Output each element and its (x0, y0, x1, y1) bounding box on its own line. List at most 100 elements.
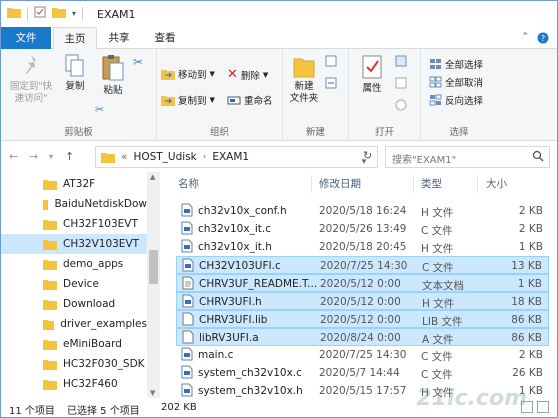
recent-locations-icon[interactable]: ▾ (49, 152, 53, 161)
file-row-selected[interactable]: CHRV3UFI.lib 2020/5/12 0:00 LIB 文件 86 KB (176, 310, 549, 328)
nav-item[interactable]: HC32F460 (1, 374, 147, 394)
pin-quick-access-button[interactable]: 固定到"快 速访问" (5, 53, 57, 105)
tab-file[interactable]: 文件 (1, 27, 51, 49)
edit-button[interactable] (395, 77, 409, 89)
collapse-ribbon-icon[interactable]: ⌃ (521, 32, 529, 47)
qat-dropdown-icon[interactable]: ▾ (72, 9, 76, 18)
nav-item-selected[interactable]: CH32V103EVT (1, 234, 147, 254)
file-row[interactable]: ch32v10x_it.c 2020/5/26 13:49 C 文件 2 KB (176, 220, 549, 238)
file-row[interactable]: system_ch32v10x.h 2020/5/15 17:57 H 文件 1… (176, 382, 549, 399)
nav-item[interactable]: BaiduNetdiskDow (1, 194, 147, 214)
new-folder-qat-icon[interactable] (52, 6, 66, 21)
column-divider[interactable] (413, 175, 414, 193)
file-row-selected[interactable]: CHRV3UFI.h 2020/5/12 0:00 H 文件 18 KB (176, 292, 549, 310)
file-row[interactable]: ch32v10x_conf.h 2020/5/18 16:24 H 文件 2 K… (176, 202, 549, 220)
delete-button[interactable]: ✕ 删除 ▼ (227, 67, 268, 82)
breadcrumb-host-udisk[interactable]: HOST_Udisk (133, 151, 196, 163)
tab-home[interactable]: 主页 (53, 27, 97, 50)
easy-access-button[interactable] (325, 77, 339, 89)
column-header-name[interactable]: 名称 (178, 176, 199, 191)
text-file-icon (182, 276, 194, 290)
nav-scrollbar[interactable]: ▲ ▼ (147, 172, 160, 398)
file-icon (182, 294, 194, 308)
invert-selection-button[interactable]: 反向选择 (429, 93, 483, 107)
copy-to-icon (161, 96, 175, 106)
nav-item[interactable]: demo_apps (1, 254, 147, 274)
back-arrow-icon[interactable]: ← (9, 150, 18, 163)
nav-item[interactable]: AT32F (1, 174, 147, 194)
pin-icon (26, 55, 36, 74)
view-switcher (521, 401, 549, 413)
search-input[interactable]: 搜索"EXAM1" (385, 146, 550, 168)
file-row-selected[interactable]: CHRV3UF_README.T... 2020/5/12 0:00 文本文档 … (176, 274, 549, 292)
properties-button[interactable]: 属性 (355, 53, 389, 95)
paste-button[interactable]: 粘贴 (97, 53, 129, 97)
new-item-button[interactable] (325, 55, 339, 67)
nav-item[interactable]: HC32F030_SDK (1, 354, 147, 374)
ribbon: 固定到"快 速访问" 复制 粘贴 ✂ ✂ 剪贴板 移动到 ▼ ✕ 删除 ▼ 复制… (1, 49, 557, 141)
status-bar: 11 个项目 已选择 5 个项目 202 KB (1, 398, 557, 417)
file-row-selected[interactable]: libRV3UFI.a 2020/8/24 0:00 A 文件 86 KB (176, 328, 549, 346)
cut-button[interactable]: ✂ (133, 55, 143, 69)
explorer-window: ▾ EXAM1 文件 主页 共享 查看 ⌃ ? 固定到"快 速访问" 复制 粘贴… (0, 0, 558, 418)
nav-item[interactable]: driver_examples (1, 314, 147, 334)
file-list: 名称 修改日期 类型 大小 ch32v10x_conf.h 2020/5/18 … (166, 172, 557, 399)
file-row[interactable]: ch32v10x_it.h 2020/5/18 20:45 H 文件 1 KB (176, 238, 549, 256)
separator (27, 6, 28, 21)
copy-button[interactable]: 复制 (61, 53, 89, 93)
properties-qat-icon[interactable] (34, 6, 46, 21)
open-button[interactable] (395, 55, 409, 67)
window-title: EXAM1 (97, 8, 136, 21)
rename-icon (227, 96, 241, 105)
clipboard-group: 固定到"快 速访问" 复制 粘贴 ✂ ✂ 剪贴板 (1, 49, 157, 141)
select-all-button[interactable]: 全部选择 (429, 57, 483, 71)
details-view-icon[interactable] (521, 401, 533, 413)
item-count: 11 个项目 (9, 406, 55, 417)
help-icon[interactable]: ? (537, 32, 549, 47)
file-row-selected[interactable]: CH32V103UFI.c 2020/7/25 14:30 C 文件 13 KB (176, 256, 549, 274)
large-icons-view-icon[interactable] (537, 401, 549, 413)
open-group: 属性 打开 (349, 49, 421, 141)
select-none-button[interactable]: 全部取消 (429, 75, 483, 89)
new-folder-button[interactable]: 新建 文件夹 (287, 53, 321, 105)
nav-scrollbar-thumb[interactable] (149, 250, 158, 284)
generic-file-icon (182, 330, 194, 344)
nav-item[interactable]: eMiniBoard (1, 334, 147, 354)
scissors-icon: ✂ (133, 55, 144, 69)
breadcrumb-exam1[interactable]: EXAM1 (212, 151, 249, 163)
chevron-right-icon[interactable]: › (203, 152, 207, 162)
folder-icon (43, 340, 57, 350)
folder-icon (43, 280, 57, 290)
nav-item[interactable]: CH32F103EVT (1, 214, 147, 234)
column-divider[interactable] (311, 175, 312, 193)
file-row[interactable]: main.c 2020/7/25 14:30 C 文件 2 KB (176, 346, 549, 364)
column-header-size[interactable]: 大小 (486, 176, 507, 191)
ribbon-tabs: 文件 主页 共享 查看 ⌃ ? (1, 27, 557, 50)
forward-arrow-icon[interactable]: → (29, 150, 38, 163)
history-button[interactable] (395, 99, 409, 111)
column-header-date[interactable]: 修改日期 (319, 176, 361, 191)
file-icon (182, 258, 194, 272)
folder-icon (43, 300, 57, 310)
tab-share[interactable]: 共享 (101, 27, 137, 49)
search-icon (532, 150, 544, 165)
nav-item[interactable]: Download (1, 294, 147, 314)
column-divider[interactable] (477, 175, 478, 193)
copy-to-button[interactable]: 复制到 ▼ (161, 93, 215, 107)
address-bar[interactable]: « HOST_Udisk › EXAM1 ▾ (95, 146, 378, 168)
tab-view[interactable]: 查看 (147, 27, 183, 49)
breadcrumb-overflow[interactable]: « (121, 151, 127, 163)
folder-icon (43, 380, 57, 390)
move-to-button[interactable]: 移动到 ▼ (161, 67, 215, 81)
file-row[interactable]: system_ch32v10x.c 2020/5/7 14:44 C 文件 26… (176, 364, 549, 382)
scroll-up-icon[interactable]: ▲ (150, 173, 155, 181)
column-header-type[interactable]: 类型 (421, 176, 442, 191)
up-arrow-icon[interactable]: ↑ (65, 150, 74, 163)
ribbon-controls: ⌃ ? (521, 32, 549, 47)
select-none-icon (429, 76, 442, 88)
nav-item[interactable]: Device (1, 274, 147, 294)
refresh-icon[interactable]: ↻ (363, 149, 372, 162)
cut-button-2[interactable]: ✂ (95, 103, 104, 116)
scroll-down-icon[interactable]: ▼ (150, 389, 155, 397)
rename-button[interactable]: 重命名 (227, 93, 273, 107)
